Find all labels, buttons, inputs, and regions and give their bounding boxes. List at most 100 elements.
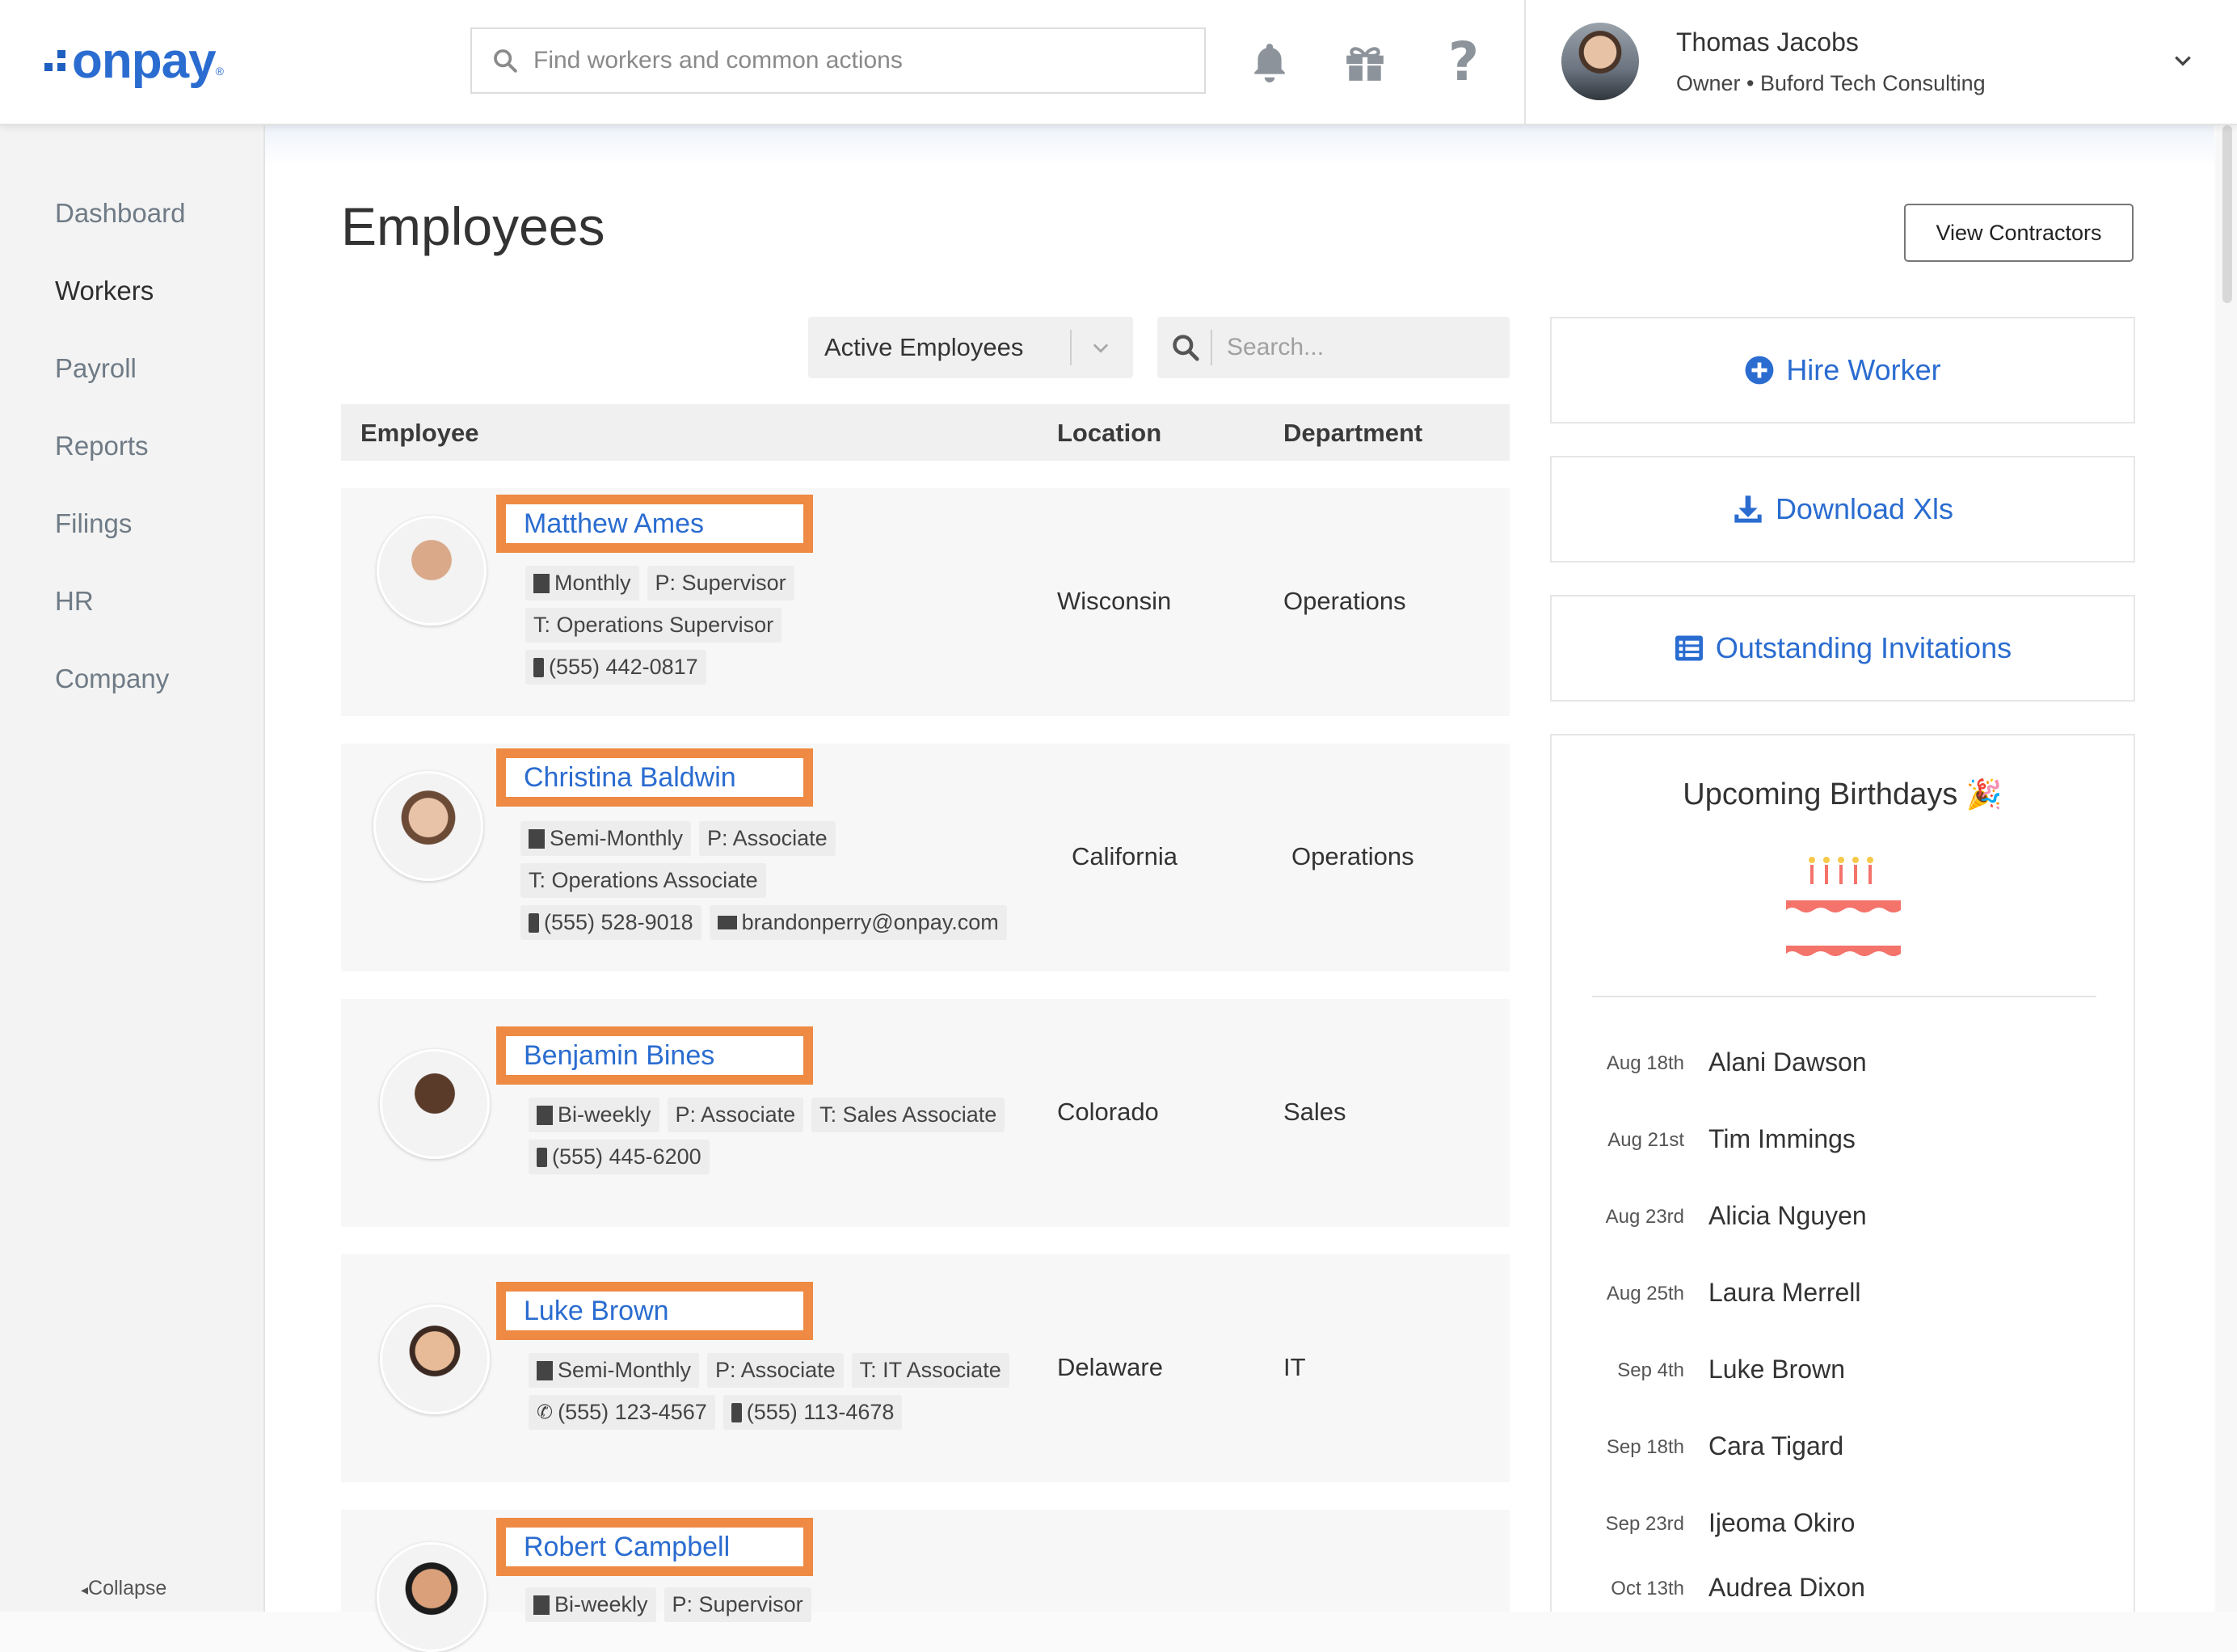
scrollbar-thumb[interactable] bbox=[2222, 125, 2232, 303]
help-icon[interactable]: ? bbox=[1442, 36, 1485, 89]
employee-name-link[interactable]: Luke Brown bbox=[496, 1282, 813, 1340]
birthday-date: Sep 23rd bbox=[1605, 1513, 1684, 1535]
employee-location: California bbox=[1072, 842, 1177, 870]
employee-avatar bbox=[377, 516, 487, 626]
collapse-button[interactable]: ◂Collapse bbox=[81, 1577, 166, 1600]
search-separator bbox=[1211, 330, 1212, 365]
gift-icon[interactable] bbox=[1343, 39, 1387, 86]
mobile-icon bbox=[731, 1402, 742, 1422]
birthday-cake-icon bbox=[1786, 857, 1901, 956]
search-icon bbox=[1173, 335, 1199, 361]
birthday-name: Luke Brown bbox=[1708, 1355, 1845, 1384]
table-row[interactable]: Robert Campbell Bi-weekly P: Supervisor bbox=[341, 1510, 1510, 1652]
position-tag: P: Associate bbox=[667, 1098, 804, 1132]
mobile-tag: (555) 445-6200 bbox=[529, 1140, 710, 1174]
birthday-date: Oct 13th bbox=[1611, 1578, 1684, 1599]
employee-name-link[interactable]: Matthew Ames bbox=[496, 495, 813, 553]
hire-worker-button[interactable]: Hire Worker bbox=[1550, 317, 2135, 424]
phone-tag: ✆ (555) 123-4567 bbox=[529, 1395, 715, 1430]
birthday-date: Aug 25th bbox=[1606, 1283, 1684, 1304]
column-header-employee[interactable]: Employee bbox=[360, 419, 478, 448]
global-search[interactable] bbox=[470, 27, 1206, 94]
chevron-down-icon[interactable] bbox=[2171, 50, 2195, 71]
pay-frequency-tag: Bi-weekly bbox=[529, 1098, 659, 1132]
birthday-date: Sep 4th bbox=[1617, 1359, 1684, 1381]
global-search-input[interactable] bbox=[532, 46, 1182, 75]
table-header: Employee Location Department bbox=[341, 404, 1510, 461]
employee-status-select[interactable]: Active Employees bbox=[808, 317, 1133, 378]
employee-tags: Bi-weekly P: Associate T: Sales Associat… bbox=[529, 1098, 1005, 1132]
table-row[interactable]: Benjamin Bines Bi-weekly P: Associate T:… bbox=[341, 999, 1510, 1227]
employee-department: IT bbox=[1283, 1353, 1306, 1381]
search-icon bbox=[494, 49, 517, 73]
column-header-department[interactable]: Department bbox=[1283, 419, 1422, 448]
position-tag: P: Supervisor bbox=[664, 1587, 811, 1622]
page-scrollbar[interactable] bbox=[2216, 125, 2237, 1612]
employee-search[interactable] bbox=[1157, 317, 1510, 378]
birthday-name: Cara Tigard bbox=[1708, 1431, 1844, 1460]
mobile-icon bbox=[537, 1147, 547, 1167]
top-header: onpay ® ? Thomas Jacobs Owner • Buford T… bbox=[0, 0, 2237, 125]
birthday-item: Aug 21st Tim Immings bbox=[1552, 1116, 2134, 1165]
mobile-icon bbox=[529, 912, 539, 933]
employee-search-input[interactable] bbox=[1225, 333, 1487, 362]
logo-text: onpay bbox=[72, 32, 217, 89]
table-row[interactable]: Christina Baldwin Semi-Monthly P: Associ… bbox=[341, 744, 1510, 971]
sidebar-item-dashboard[interactable]: Dashboard bbox=[55, 198, 185, 229]
sidebar-item-payroll[interactable]: Payroll bbox=[55, 353, 137, 384]
employee-tags: Monthly P: Supervisor bbox=[525, 566, 794, 601]
pay-frequency-tag: Semi-Monthly bbox=[529, 1353, 700, 1388]
employee-tags: (555) 445-6200 bbox=[529, 1140, 710, 1174]
download-xls-button[interactable]: Download Xls bbox=[1550, 456, 2135, 563]
table-row[interactable]: Matthew Ames Monthly P: Supervisor T: Op… bbox=[341, 488, 1510, 716]
employee-avatar bbox=[373, 771, 483, 881]
user-menu[interactable]: Thomas Jacobs Owner • Buford Tech Consul… bbox=[1524, 0, 2237, 124]
view-contractors-button[interactable]: View Contractors bbox=[1904, 204, 2134, 262]
calendar-icon bbox=[533, 573, 550, 593]
table-row[interactable]: Luke Brown Semi-Monthly P: Associate T: … bbox=[341, 1254, 1510, 1482]
outstanding-invitations-label: Outstanding Invitations bbox=[1715, 631, 2012, 664]
mobile-tag: (555) 442-0817 bbox=[525, 650, 706, 685]
calendar-icon bbox=[537, 1360, 553, 1380]
employee-avatar bbox=[380, 1049, 490, 1159]
header-shadow bbox=[265, 125, 2214, 166]
phone-icon: ✆ bbox=[537, 1401, 554, 1423]
sidebar-item-reports[interactable]: Reports bbox=[55, 431, 149, 461]
party-popper-icon: 🎉 bbox=[1965, 778, 2003, 811]
envelope-icon bbox=[717, 916, 737, 929]
pay-frequency-tag: Monthly bbox=[525, 566, 639, 601]
birthday-item: Aug 25th Laura Merrell bbox=[1552, 1270, 2134, 1318]
onpay-logo[interactable]: onpay ® bbox=[44, 32, 224, 89]
mobile-tag: (555) 113-4678 bbox=[722, 1395, 903, 1430]
email-tag[interactable]: brandonperry@onpay.com bbox=[709, 905, 1007, 940]
logo-registered: ® bbox=[215, 65, 224, 78]
employee-tags: (555) 442-0817 bbox=[525, 650, 706, 685]
sidebar-item-filings[interactable]: Filings bbox=[55, 508, 132, 539]
employee-tags: Semi-Monthly P: Associate T: IT Associat… bbox=[529, 1353, 1009, 1388]
employee-location: Delaware bbox=[1057, 1353, 1163, 1381]
sidebar-item-company[interactable]: Company bbox=[55, 664, 169, 694]
user-name: Thomas Jacobs bbox=[1676, 27, 1859, 57]
birthday-date: Aug 23rd bbox=[1605, 1206, 1684, 1228]
employee-avatar bbox=[377, 1542, 487, 1652]
user-role: Owner • Buford Tech Consulting bbox=[1676, 71, 1986, 95]
employee-avatar bbox=[380, 1304, 490, 1414]
employee-tags: Bi-weekly P: Supervisor bbox=[525, 1587, 811, 1622]
outstanding-invitations-button[interactable]: Outstanding Invitations bbox=[1550, 595, 2135, 702]
list-icon bbox=[1675, 635, 1703, 661]
title-tag: T: Operations Supervisor bbox=[525, 608, 782, 643]
employee-name-link[interactable]: Christina Baldwin bbox=[496, 748, 813, 807]
sidebar-item-workers[interactable]: Workers bbox=[55, 276, 154, 306]
employee-location: Wisconsin bbox=[1057, 587, 1172, 615]
column-header-location[interactable]: Location bbox=[1057, 419, 1161, 448]
employee-name-link[interactable]: Benjamin Bines bbox=[496, 1026, 813, 1085]
birthday-name: Laura Merrell bbox=[1708, 1278, 1861, 1307]
mobile-tag: (555) 528-9018 bbox=[520, 905, 701, 940]
position-tag: P: Supervisor bbox=[647, 566, 794, 601]
download-xls-label: Download Xls bbox=[1775, 492, 1954, 525]
bell-icon[interactable] bbox=[1248, 39, 1291, 86]
employee-department: Sales bbox=[1283, 1098, 1346, 1126]
pay-frequency-tag: Semi-Monthly bbox=[520, 821, 692, 856]
sidebar-item-hr[interactable]: HR bbox=[55, 586, 94, 617]
employee-name-link[interactable]: Robert Campbell bbox=[496, 1518, 813, 1576]
